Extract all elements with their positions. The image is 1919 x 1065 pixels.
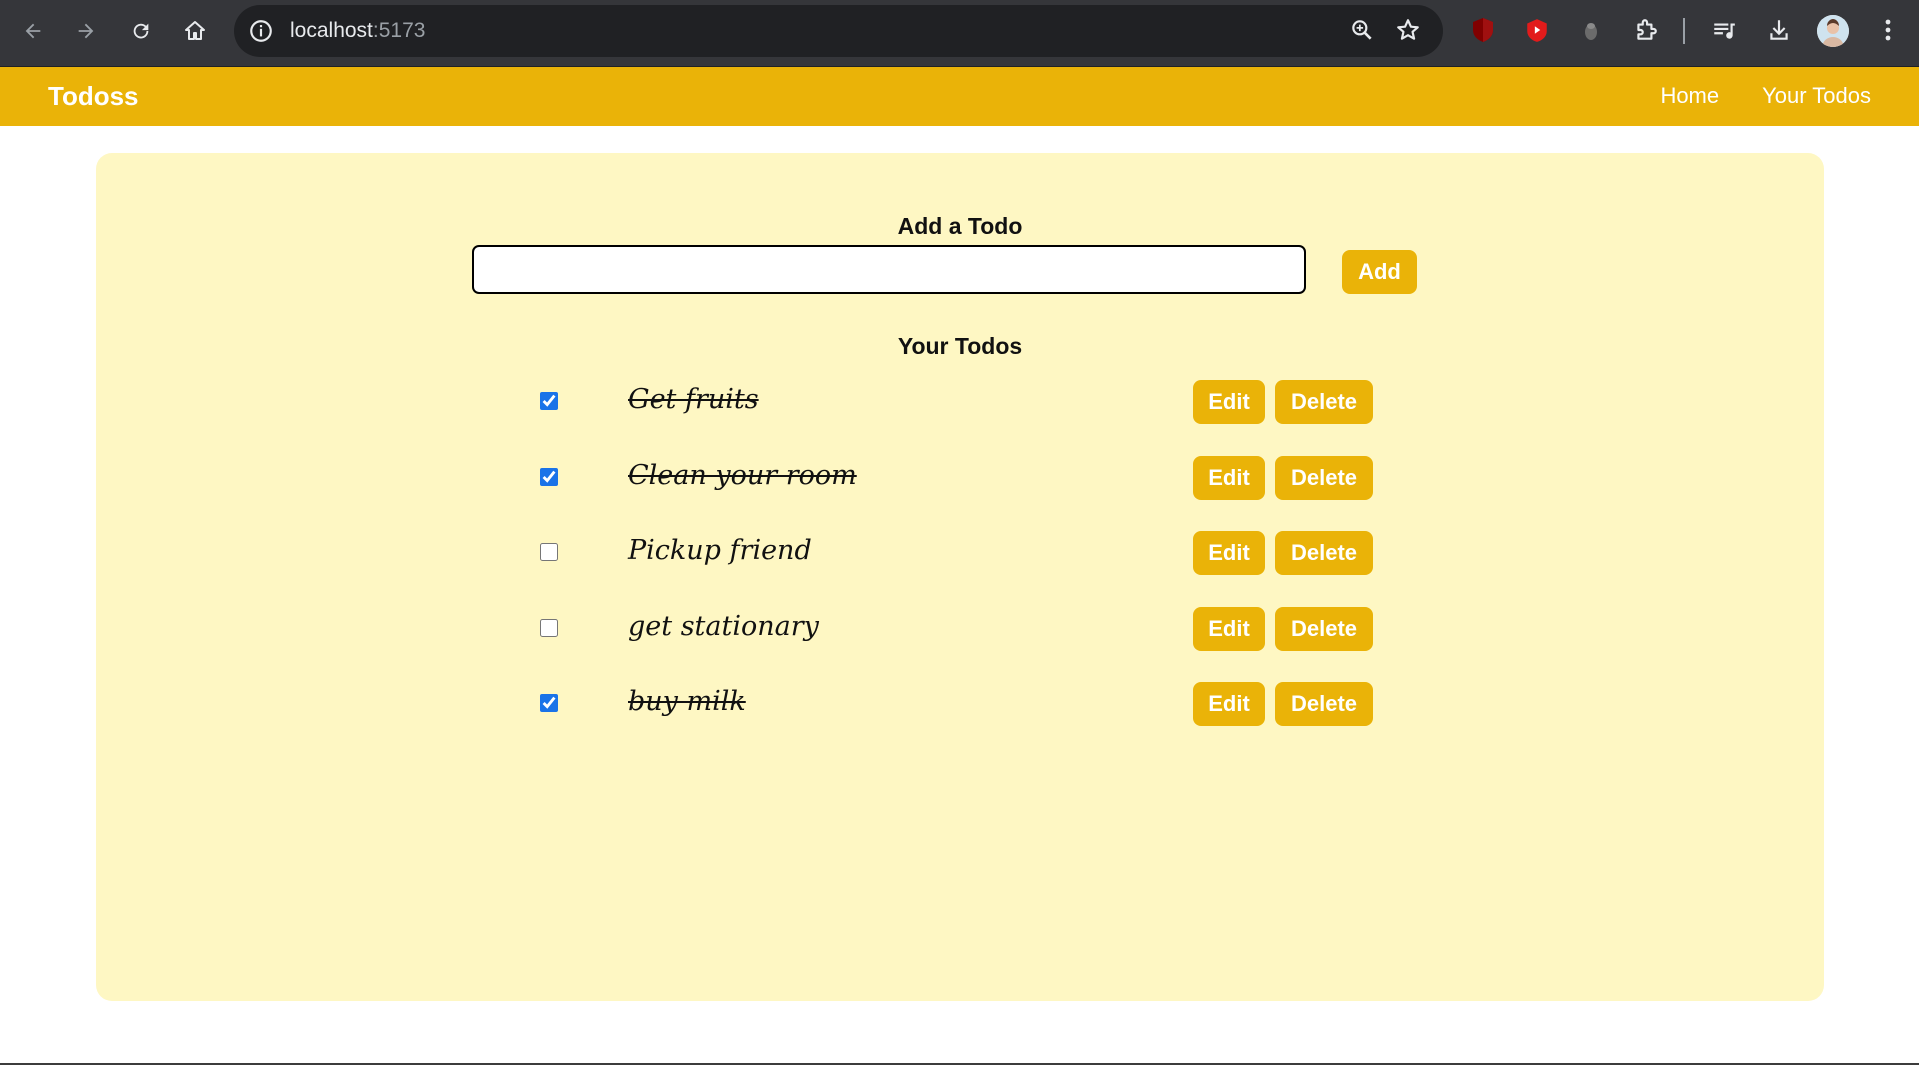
nav-links: Home Your Todos (1660, 83, 1871, 109)
todo-checkbox[interactable] (540, 619, 558, 637)
youtube-play-icon (1527, 19, 1547, 42)
delete-button[interactable]: Delete (1275, 531, 1373, 575)
todo-input[interactable] (472, 245, 1306, 294)
zoom-icon[interactable] (1349, 17, 1375, 43)
url-port: :5173 (372, 19, 426, 42)
todo-checkbox[interactable] (540, 392, 558, 410)
nav-link-your-todos[interactable]: Your Todos (1762, 83, 1871, 109)
todo-row: get stationary Edit Delete (96, 607, 1824, 651)
delete-button[interactable]: Delete (1275, 607, 1373, 651)
your-todos-heading: Your Todos (897, 333, 1023, 359)
browser-menu-button[interactable] (1871, 13, 1905, 47)
extensions-menu-button[interactable] (1629, 13, 1663, 47)
url-text: localhost:5173 (290, 18, 425, 44)
add-todo-heading: Add a Todo (897, 213, 1023, 239)
delete-button[interactable]: Delete (1275, 456, 1373, 500)
edit-button[interactable]: Edit (1193, 456, 1265, 500)
arrow-right-icon (78, 23, 94, 39)
queue-music-icon (1714, 23, 1735, 39)
puzzle-icon (1637, 19, 1657, 40)
site-info-icon[interactable] (248, 18, 274, 44)
profile-avatar[interactable] (1817, 15, 1849, 47)
edit-button[interactable]: Edit (1193, 607, 1265, 651)
todo-text: Get fruits (628, 384, 759, 415)
extension-button[interactable] (1574, 13, 1608, 47)
browser-toolbar: localhost:5173 (0, 0, 1919, 67)
home-icon (185, 21, 205, 40)
arrow-left-icon (25, 23, 41, 39)
edit-button[interactable]: Edit (1193, 380, 1265, 424)
youtube-extension-button[interactable] (1520, 13, 1554, 47)
back-button[interactable] (16, 14, 50, 48)
delete-button[interactable]: Delete (1275, 682, 1373, 726)
delete-button[interactable]: Delete (1275, 380, 1373, 424)
reload-icon (133, 23, 149, 39)
bookmark-star-icon[interactable] (1395, 17, 1421, 43)
todo-row: Get fruits Edit Delete (96, 380, 1824, 424)
app-navbar: Todoss Home Your Todos (0, 67, 1919, 126)
home-button[interactable] (178, 14, 212, 48)
todo-text: buy milk (628, 686, 746, 717)
add-button[interactable]: Add (1342, 250, 1417, 294)
more-vert-icon (1885, 19, 1891, 41)
downloads-button[interactable] (1762, 13, 1796, 47)
profile-avatar-icon (1817, 15, 1849, 47)
todo-text: get stationary (628, 611, 819, 642)
todo-checkbox[interactable] (540, 543, 558, 561)
todo-text: Pickup friend (628, 535, 812, 566)
todo-row: Pickup friend Edit Delete (96, 531, 1824, 575)
url-host: localhost (290, 19, 373, 42)
todo-checkbox[interactable] (540, 694, 558, 712)
forward-button[interactable] (69, 14, 103, 48)
nav-link-home[interactable]: Home (1660, 83, 1719, 109)
todo-row: buy milk Edit Delete (96, 682, 1824, 726)
download-icon (1770, 20, 1788, 40)
todo-checkbox[interactable] (540, 468, 558, 486)
ublock-extension-button[interactable] (1466, 13, 1500, 47)
media-controls-button[interactable] (1707, 13, 1741, 47)
ublock-shield-icon (1473, 18, 1493, 42)
todo-card: Add a Todo Add Your Todos Get fruits Edit… (96, 153, 1824, 1001)
reload-button[interactable] (124, 14, 158, 48)
toolbar-divider (1683, 18, 1685, 44)
todo-row: Clean your room Edit Delete (96, 456, 1824, 500)
brand-logo[interactable]: Todoss (48, 81, 139, 112)
todo-text: Clean your room (628, 460, 857, 491)
extension-dot-icon (1585, 23, 1597, 40)
address-bar[interactable]: localhost:5173 (234, 5, 1443, 57)
edit-button[interactable]: Edit (1193, 682, 1265, 726)
edit-button[interactable]: Edit (1193, 531, 1265, 575)
